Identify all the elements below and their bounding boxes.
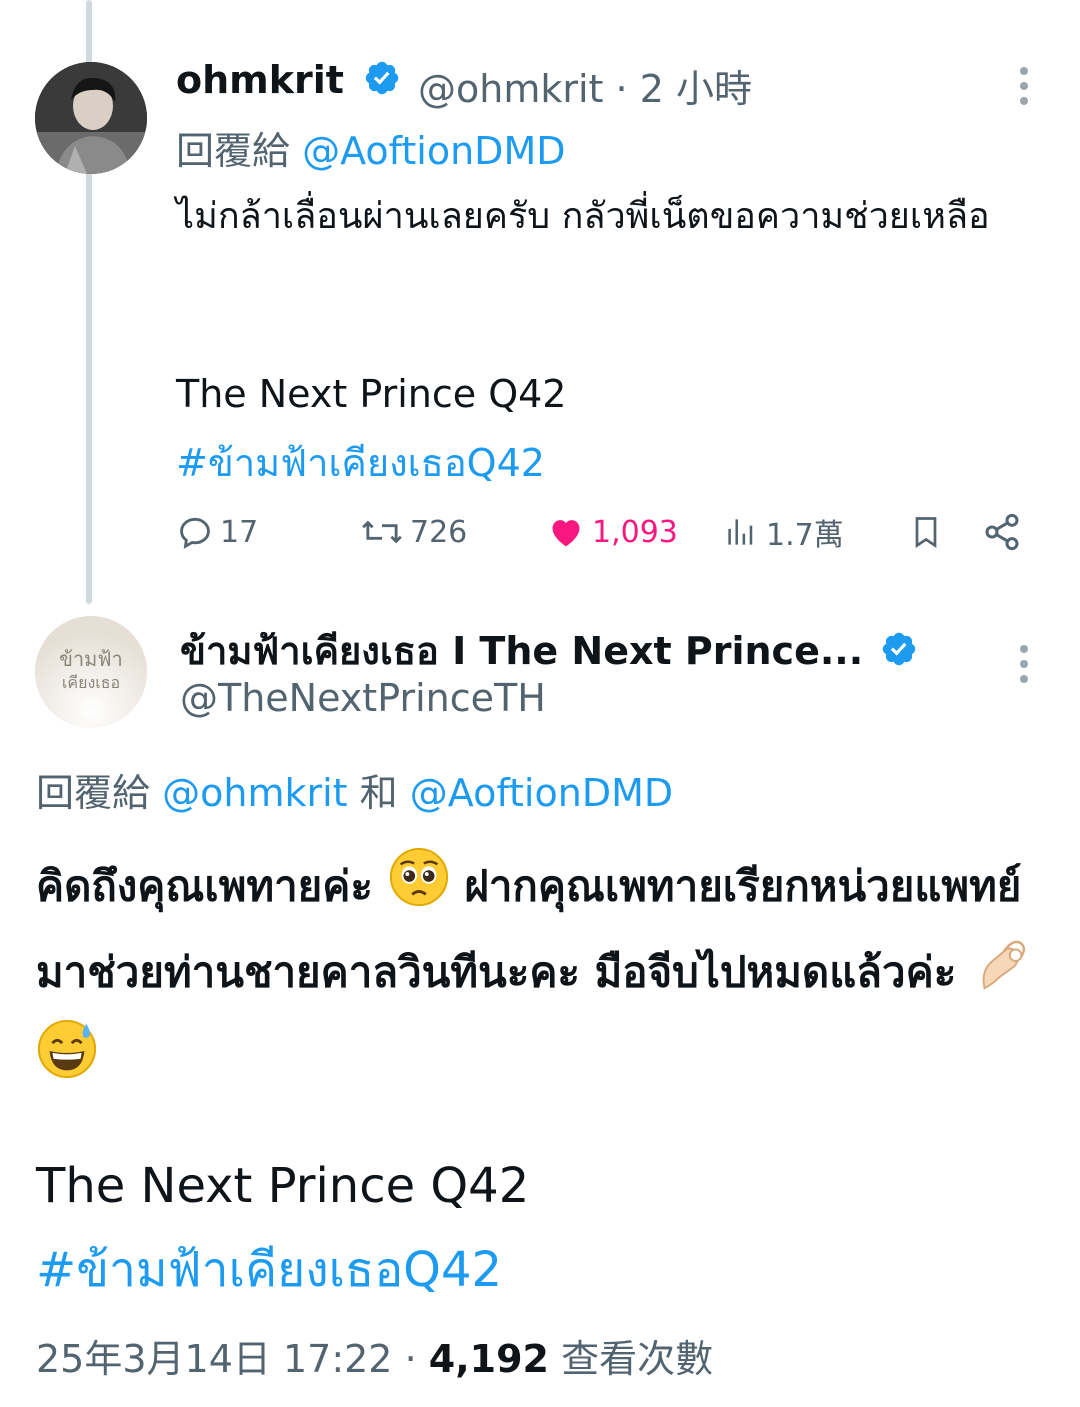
avatar-logo-line1: ข้ามฟ้า (59, 647, 122, 671)
reply-to: 回覆給 @ohmkrit 和 @AoftionDMD (36, 762, 673, 817)
display-name-text[interactable]: ohmkrit (176, 58, 344, 102)
separator-dot: · (615, 67, 628, 111)
reply-label: 回覆給 (176, 129, 291, 173)
grinning-sweat-face-icon (36, 1018, 98, 1104)
more-options-icon[interactable] (1018, 66, 1030, 106)
tweet-line: The Next Prince Q42 (176, 372, 567, 416)
reply-to: 回覆給 @AoftionDMD (176, 120, 566, 175)
reply-icon (180, 517, 210, 549)
handle-and-time: @ohmkrit · 2 小時 (418, 58, 752, 113)
share-icon (985, 513, 1019, 551)
display-name[interactable]: ohmkrit (176, 58, 401, 102)
verified-badge-icon (880, 630, 918, 668)
pinching-hand-icon (971, 932, 1033, 1018)
timestamp[interactable]: 25年3月14日 17:22 (36, 1337, 392, 1381)
view-count: 1.7萬 (766, 518, 844, 553)
bookmark-icon (915, 517, 937, 549)
avatar-photo (35, 62, 147, 174)
pleading-face-icon (388, 846, 450, 932)
like-button[interactable]: 1,093 (546, 506, 678, 558)
display-name[interactable]: ข้ามฟ้าเคียงเธอ I The Next Prince... (180, 620, 918, 681)
repost-button[interactable]: 726 (360, 506, 467, 558)
avatar-logo-line2: เคียงเธอ (62, 673, 120, 692)
verified-badge-icon (363, 59, 401, 97)
avatar[interactable] (35, 62, 147, 174)
timestamp[interactable]: 2 小時 (640, 67, 752, 111)
view-count: 4,192 (428, 1337, 549, 1381)
reply-and: 和 (359, 771, 398, 815)
handle[interactable]: @ohmkrit (418, 67, 603, 111)
tweet-text-part: คิดถึงคุณเพทายค่ะ (36, 861, 373, 911)
repost-count: 726 (410, 514, 468, 550)
views-icon (728, 519, 753, 545)
views-button[interactable]: 1.7萬 (722, 506, 844, 558)
reply-mention[interactable]: @AoftionDMD (410, 771, 673, 815)
separator-dot: · (404, 1337, 417, 1381)
display-name-text[interactable]: ข้ามฟ้าเคียงเธอ I The Next Prince... (180, 629, 863, 673)
handle[interactable]: @TheNextPrinceTH (180, 676, 546, 720)
tweet-line: The Next Prince Q42 (36, 1158, 530, 1214)
repost-icon (362, 520, 402, 544)
tweet-text: ไม่กล้าเลื่อนผ่านเลยครับ กลัวพี่เน็ตขอคว… (176, 196, 990, 237)
reply-label: 回覆給 (36, 771, 151, 815)
reply-mention[interactable]: @AoftionDMD (302, 129, 565, 173)
heart-icon (552, 520, 580, 547)
tweet-meta: 25年3月14日 17:22 · 4,192 查看次數 (36, 1328, 713, 1383)
tweet-text: คิดถึงคุณเพทายค่ะ ฝากคุณเพทายเรียกหน่วยแ… (36, 846, 1046, 1104)
avatar-logo: ข้ามฟ้า เคียงเธอ (35, 616, 147, 728)
reply-button[interactable]: 17 (176, 506, 258, 558)
reply-count: 17 (220, 514, 259, 550)
bookmark-button[interactable] (908, 506, 950, 558)
share-button[interactable] (982, 506, 1028, 558)
hashtag-link[interactable]: #ข้ามฟ้าเคียงเธอQ42 (176, 432, 545, 493)
action-bar: 17 726 1,093 1.7萬 (176, 506, 1036, 558)
avatar[interactable]: ข้ามฟ้า เคียงเธอ (35, 616, 147, 728)
hashtag-link[interactable]: #ข้ามฟ้าเคียงเธอQ42 (36, 1232, 502, 1308)
more-options-icon[interactable] (1018, 644, 1030, 684)
reply-mention[interactable]: @ohmkrit (162, 771, 347, 815)
like-count: 1,093 (592, 514, 678, 550)
views-label: 查看次數 (561, 1337, 714, 1381)
